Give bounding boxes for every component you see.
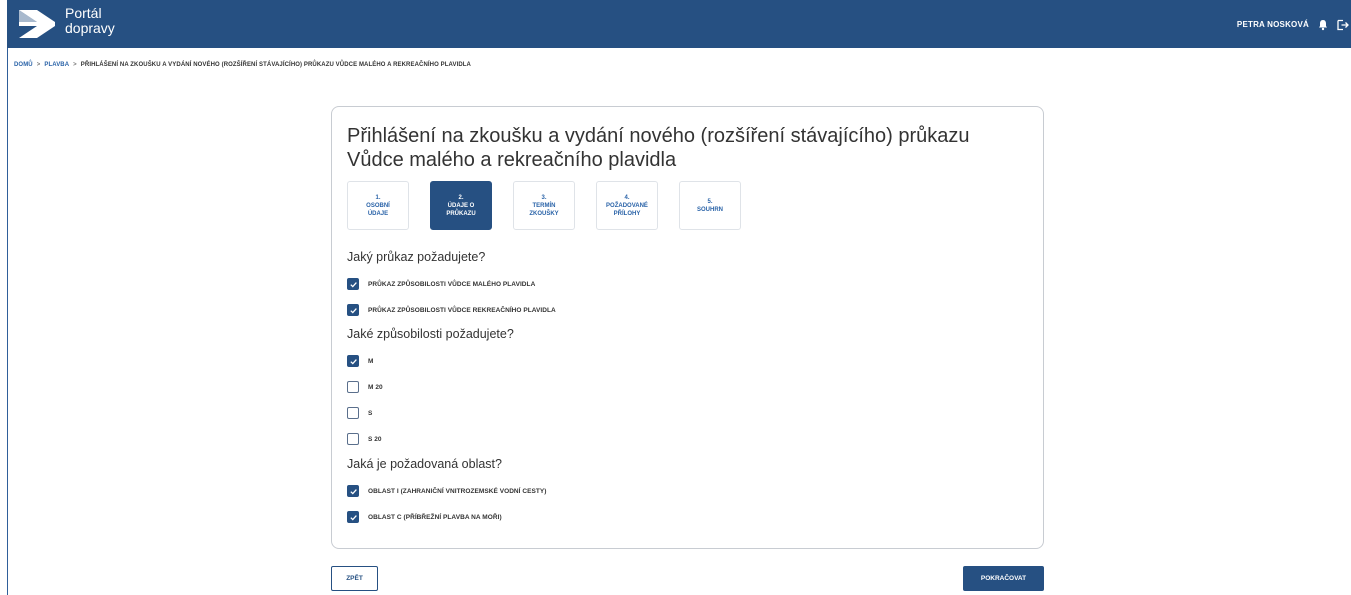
checkbox[interactable] [347, 407, 359, 419]
step-number: 4. [624, 194, 630, 201]
application-form-card: Přihlášení na zkoušku a vydání nového (r… [331, 106, 1044, 549]
breadcrumb-home[interactable]: DOMŮ [14, 62, 33, 68]
checkbox-option-oblast-c[interactable]: OBLAST C (PŘÍBŘEŽNÍ PLAVBA NA MOŘI) [347, 510, 502, 524]
breadcrumb: DOMŮ > PLAVBA > PŘIHLÁŠENÍ NA ZKOUŠKU A VYDÁ… [14, 62, 471, 68]
checkbox-option-s[interactable]: S [347, 406, 372, 420]
checkbox[interactable] [347, 511, 359, 523]
brand-name[interactable]: Portál dopravy [65, 6, 115, 36]
top-navigation-bar: Portál dopravy PETRA NOSKOVÁ [7, 0, 1351, 48]
option-label: OBLAST C (PŘÍBŘEŽNÍ PLAVBA NA MOŘI) [368, 513, 502, 521]
checkbox[interactable] [347, 485, 359, 497]
option-label: PRŮKAZ ZPŮSOBILOSTI VŮDCE REKREAČNÍHO PL… [368, 306, 556, 314]
option-label: M [368, 357, 374, 365]
step-label: OSOBNÍ ÚDAJE [366, 202, 390, 217]
checkbox-option-m[interactable]: M [347, 354, 373, 368]
option-label: M 20 [368, 383, 383, 391]
step-termin-zkousky[interactable]: 3. TERMÍN ZKOUŠKY [513, 181, 575, 230]
back-button[interactable]: ZPĚT [331, 566, 378, 591]
question-prukaz: Jaký průkaz požadujete? [347, 250, 486, 264]
step-label: TERMÍN ZKOUŠKY [529, 202, 559, 217]
step-number: 1. [375, 194, 381, 201]
left-frame-border [7, 48, 8, 595]
breadcrumb-current: PŘIHLÁŠENÍ NA ZKOUŠKU A VYDÁNÍ NOVÉHO (R… [80, 62, 471, 68]
checkbox-option-prukaz-rekreacniho[interactable]: PRŮKAZ ZPŮSOBILOSTI VŮDCE REKREAČNÍHO PL… [347, 303, 556, 317]
check-icon [349, 514, 357, 520]
step-udaje-o-prukazu[interactable]: 2. ÚDAJE O PRŮKAZU [430, 181, 492, 230]
step-number: 2. [458, 194, 464, 201]
checkbox-option-s20[interactable]: S 20 [347, 432, 382, 446]
option-label: OBLAST I (ZAHRANIČNÍ VNITROZEMSKÉ VODNÍ … [368, 487, 547, 495]
step-label: SOUHRN [696, 206, 723, 213]
brand-line-2: dopravy [65, 20, 115, 36]
checkbox[interactable] [347, 278, 359, 290]
option-label: S [368, 409, 373, 417]
breadcrumb-separator: > [36, 62, 41, 68]
continue-button[interactable]: POKRAČOVAT [963, 566, 1044, 591]
check-icon [349, 281, 357, 287]
question-oblast: Jaká je požadovaná oblast? [347, 457, 502, 471]
checkbox[interactable] [347, 433, 359, 445]
question-zpusobilosti: Jaké způsobilosti požadujete? [347, 327, 514, 341]
step-number: 3. [541, 194, 547, 201]
checkbox[interactable] [347, 381, 359, 393]
logout-icon[interactable] [1337, 18, 1349, 31]
step-number: 5. [707, 198, 713, 205]
brand-line-1: Portál [65, 5, 102, 21]
breadcrumb-plavba[interactable]: PLAVBA [44, 62, 69, 68]
checkbox-option-oblast-i[interactable]: OBLAST I (ZAHRANIČNÍ VNITROZEMSKÉ VODNÍ … [347, 484, 547, 498]
option-label: PRŮKAZ ZPŮSOBILOSTI VŮDCE MALÉHO PLAVIDL… [368, 280, 536, 288]
step-label: ÚDAJE O PRŮKAZU [446, 202, 476, 217]
step-label: POŽADOVANÉ PŘÍLOHY [606, 202, 648, 217]
checkbox-option-m20[interactable]: M 20 [347, 380, 383, 394]
page-title: Přihlášení na zkoušku a vydání nového (r… [347, 125, 970, 171]
breadcrumb-separator: > [73, 62, 77, 68]
option-label: S 20 [368, 435, 382, 443]
step-pozadovane-prilohy[interactable]: 4. POŽADOVANÉ PŘÍLOHY [596, 181, 658, 230]
check-icon [349, 307, 357, 313]
bell-icon[interactable] [1317, 18, 1329, 31]
user-name[interactable]: PETRA NOSKOVÁ [1237, 20, 1309, 29]
step-osobni-udaje[interactable]: 1. OSOBNÍ ÚDAJE [347, 181, 409, 230]
check-icon [349, 488, 357, 494]
step-souhrn[interactable]: 5. SOUHRN [679, 181, 741, 230]
portal-logo-icon[interactable] [17, 6, 57, 42]
check-icon [349, 358, 357, 364]
checkbox[interactable] [347, 304, 359, 316]
checkbox[interactable] [347, 355, 359, 367]
checkbox-option-prukaz-maleho[interactable]: PRŮKAZ ZPŮSOBILOSTI VŮDCE MALÉHO PLAVIDL… [347, 277, 535, 291]
